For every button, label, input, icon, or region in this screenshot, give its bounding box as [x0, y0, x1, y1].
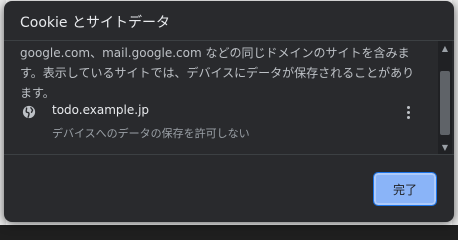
scroll-up-icon[interactable]: ▲: [438, 41, 452, 55]
site-name: todo.example.jp: [52, 103, 150, 117]
dialog-title: Cookie とサイトデータ: [20, 15, 170, 31]
scroll-down-icon[interactable]: ▼: [438, 140, 452, 154]
kebab-dot: [406, 110, 410, 114]
site-row[interactable]: todo.example.jp デバイスへのデータの保存を許可しない: [4, 96, 434, 144]
globe-icon: [22, 105, 36, 119]
kebab-dot: [406, 115, 410, 119]
site-status: デバイスへのデータの保存を許可しない: [52, 127, 250, 140]
done-button[interactable]: 完了: [373, 172, 437, 206]
dialog-content: google.com、mail.google.com などの同じドメインのサイト…: [4, 41, 454, 154]
divider: [4, 154, 454, 155]
scroll-thumb[interactable]: [440, 71, 450, 135]
dialog-description: google.com、mail.google.com などの同じドメインのサイト…: [20, 46, 415, 100]
more-vert-icon[interactable]: [400, 102, 416, 122]
kebab-dot: [406, 105, 410, 109]
cookies-dialog: Cookie とサイトデータ google.com、mail.google.co…: [4, 1, 454, 222]
content-scrollbar[interactable]: ▲ ▼: [438, 41, 452, 154]
